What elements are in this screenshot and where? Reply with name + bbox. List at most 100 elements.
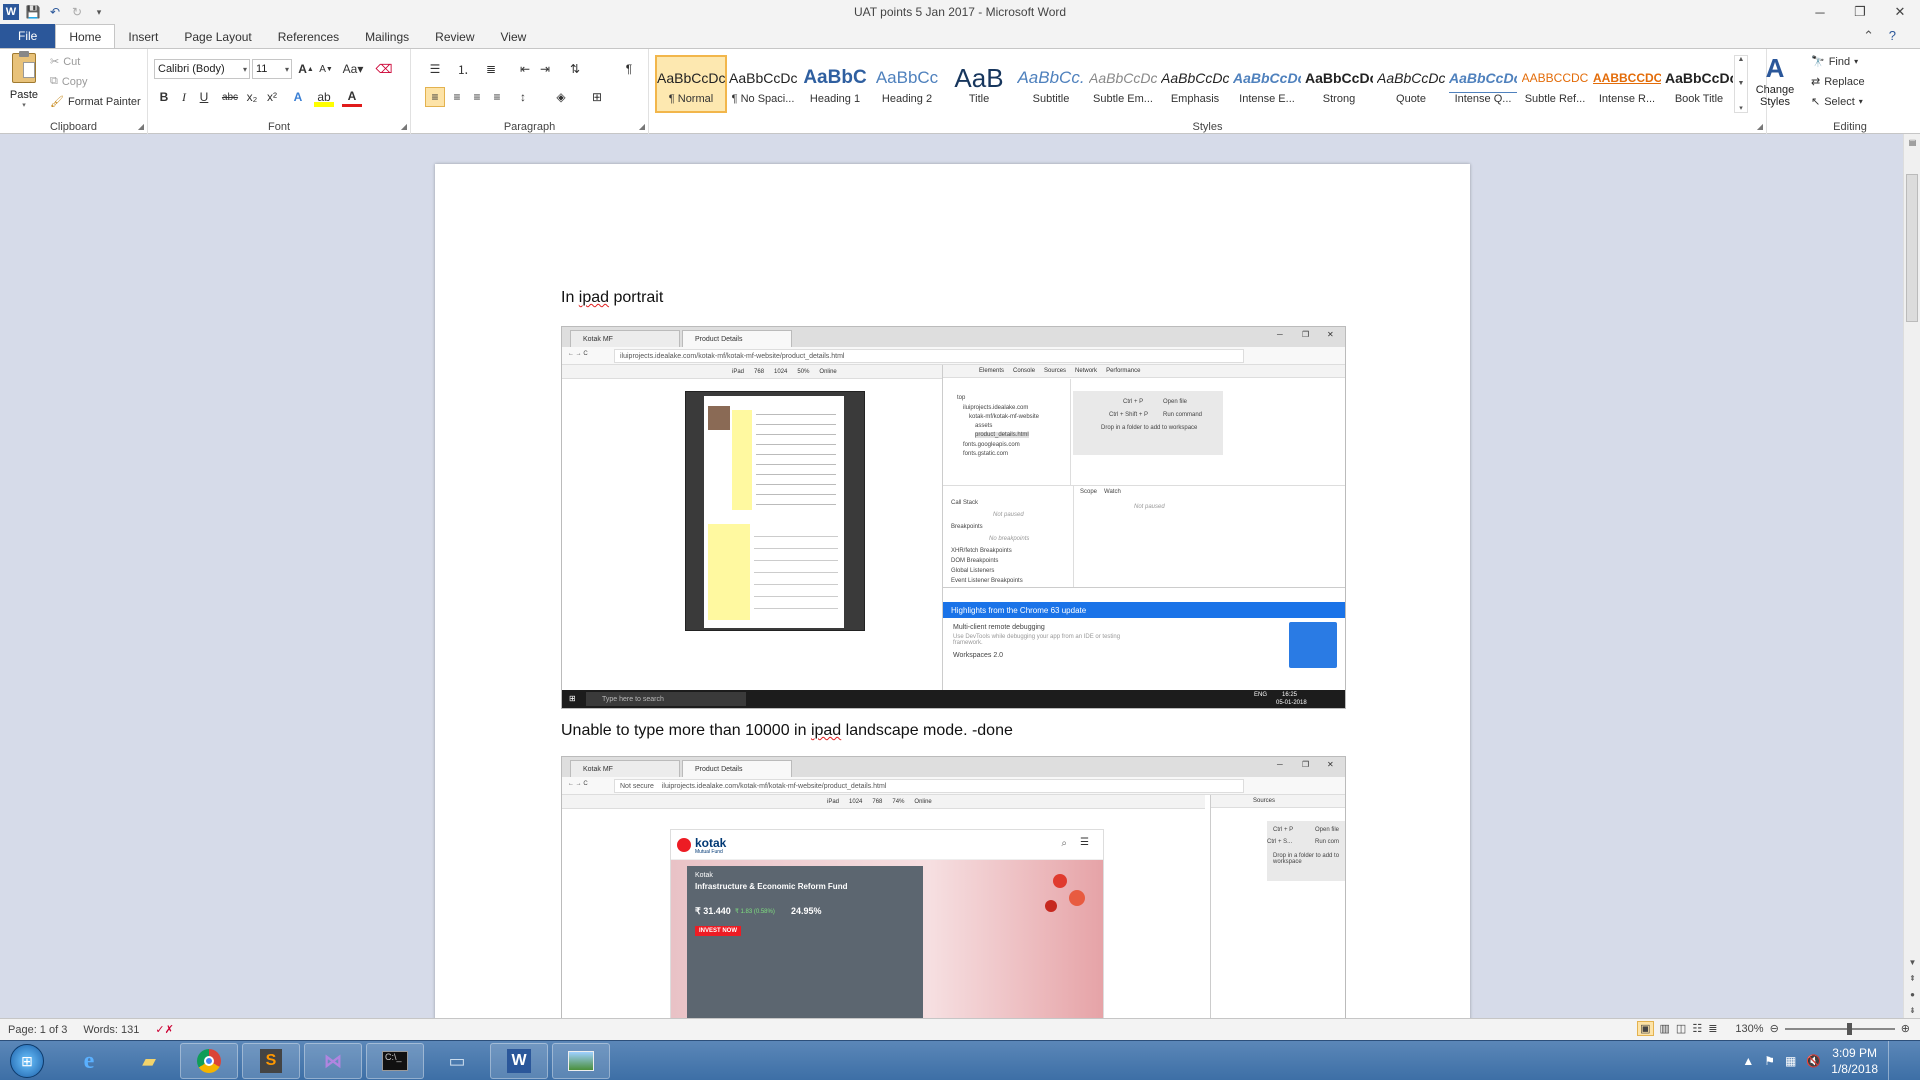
page-count[interactable]: Page: 1 of 3: [0, 1024, 75, 1036]
grow-font-icon[interactable]: A ▲: [296, 59, 316, 79]
text-effects-icon[interactable]: A: [288, 87, 308, 107]
numbering-icon[interactable]: ⒈: [453, 59, 473, 79]
outline-icon[interactable]: ☷: [1692, 1022, 1702, 1035]
chevron-down-icon[interactable]: ▼: [1738, 80, 1745, 87]
tab-view[interactable]: View: [488, 26, 540, 48]
previous-page-icon[interactable]: ⇞: [1904, 970, 1920, 986]
tab-page-layout[interactable]: Page Layout: [171, 26, 264, 48]
style-normal[interactable]: AaBbCcDc ¶ Normal: [655, 55, 727, 113]
full-screen-reading-icon[interactable]: ▥: [1660, 1022, 1670, 1035]
show-desktop-button[interactable]: [1888, 1041, 1902, 1080]
clear-formatting-icon[interactable]: ⌫: [374, 59, 394, 79]
bullets-icon[interactable]: ☰: [425, 59, 445, 79]
underline-button[interactable]: U: [194, 87, 214, 107]
style-heading-2[interactable]: AaBbCc Heading 2: [871, 55, 943, 113]
font-color-icon[interactable]: A: [342, 87, 362, 107]
internet-explorer-icon[interactable]: e: [60, 1043, 118, 1079]
undo-icon[interactable]: ↶: [47, 4, 63, 20]
cut-button[interactable]: ✂ Cut: [50, 55, 80, 69]
style-strong[interactable]: AaBbCcDc Strong: [1303, 55, 1375, 113]
chrome-icon[interactable]: [180, 1043, 238, 1079]
dialog-launcher-icon[interactable]: ◢: [1757, 122, 1763, 131]
style-intense-quote[interactable]: AaBbCcDc Intense Q...: [1447, 55, 1519, 113]
justify-button[interactable]: ≡: [487, 87, 507, 107]
style-subtle-emphasis[interactable]: AaBbCcDc Subtle Em...: [1087, 55, 1159, 113]
replace-button[interactable]: ⇄ Replace: [1811, 75, 1865, 89]
shrink-font-icon[interactable]: A ▼: [316, 59, 336, 79]
photo-viewer-icon[interactable]: [552, 1043, 610, 1079]
tab-references[interactable]: References: [265, 26, 352, 48]
customize-qat-icon[interactable]: ▾: [91, 4, 107, 20]
screenshot-image-1[interactable]: Kotak MF Product Details ─ ❐ ✕ ← → C ilu…: [561, 326, 1346, 709]
minimize-ribbon-icon[interactable]: ⌃: [1863, 28, 1874, 44]
style-heading-1[interactable]: AaBbC Heading 1: [799, 55, 871, 113]
visual-studio-icon[interactable]: ⋈: [304, 1043, 362, 1079]
doc-paragraph-1[interactable]: In ipad portrait: [561, 289, 663, 307]
vertical-scrollbar[interactable]: ▤ ▼ ⇞ ● ⇟: [1903, 134, 1920, 1018]
sort-icon[interactable]: ⇅: [565, 59, 585, 79]
start-button[interactable]: ⊞: [3, 1042, 51, 1080]
dialog-launcher-icon[interactable]: ◢: [138, 122, 144, 131]
tab-file[interactable]: File: [0, 24, 56, 48]
more-styles-icon[interactable]: ▾: [1739, 104, 1743, 112]
format-painter-button[interactable]: 🖌 Format Painter: [50, 95, 141, 109]
browse-object-icon[interactable]: ●: [1904, 986, 1920, 1002]
tab-mailings[interactable]: Mailings: [352, 26, 422, 48]
dialog-launcher-icon[interactable]: ◢: [401, 122, 407, 131]
dialog-launcher-icon[interactable]: ◢: [639, 122, 645, 131]
bold-button[interactable]: B: [154, 87, 174, 107]
clock[interactable]: 3:09 PM 1/8/2018: [1831, 1045, 1878, 1077]
select-button[interactable]: ↖ Select ▾: [1811, 95, 1863, 109]
align-right-button[interactable]: ≡: [467, 87, 487, 107]
increase-indent-icon[interactable]: ⇥: [535, 59, 555, 79]
ruler-toggle-icon[interactable]: ▤: [1904, 134, 1920, 150]
close-button[interactable]: ✕: [1880, 0, 1920, 24]
sublime-text-icon[interactable]: S: [242, 1043, 300, 1079]
subscript-button[interactable]: x₂: [242, 87, 262, 107]
zoom-out-icon[interactable]: ⊖: [1770, 1022, 1779, 1035]
notepad-icon[interactable]: ▭: [428, 1043, 486, 1079]
zoom-level[interactable]: 130%: [1735, 1023, 1763, 1035]
style-subtitle[interactable]: AaBbCc. Subtitle: [1015, 55, 1087, 113]
find-button[interactable]: 🔭 Find ▾: [1811, 55, 1858, 69]
screenshot-image-2[interactable]: Kotak MF Product Details ─ ❐ ✕ ← → C Not…: [561, 756, 1346, 1018]
tab-insert[interactable]: Insert: [115, 26, 171, 48]
shading-icon[interactable]: ◈: [551, 87, 571, 107]
redo-icon[interactable]: ↻: [69, 4, 85, 20]
font-family-dropdown[interactable]: Calibri (Body) ▾: [154, 59, 250, 79]
copy-button[interactable]: ⧉ Copy: [50, 75, 88, 88]
style-no-spacing[interactable]: AaBbCcDc ¶ No Spaci...: [727, 55, 799, 113]
multilevel-list-icon[interactable]: ≣: [481, 59, 501, 79]
highlight-color-icon[interactable]: ab: [314, 87, 334, 107]
flag-icon[interactable]: ⚑: [1764, 1054, 1775, 1068]
word-app-icon[interactable]: W: [3, 4, 19, 20]
scroll-thumb[interactable]: [1906, 174, 1918, 322]
style-quote[interactable]: AaBbCcDc Quote: [1375, 55, 1447, 113]
tab-home[interactable]: Home: [55, 24, 116, 48]
align-left-button[interactable]: ≡: [425, 87, 445, 107]
doc-paragraph-2[interactable]: Unable to type more than 10000 in ipad l…: [561, 722, 1013, 740]
command-prompt-icon[interactable]: C:\_: [366, 1043, 424, 1079]
show-formatting-icon[interactable]: ¶: [619, 59, 639, 79]
draft-icon[interactable]: ≣: [1708, 1022, 1717, 1035]
network-icon[interactable]: ▦: [1785, 1054, 1796, 1068]
zoom-in-icon[interactable]: ⊕: [1901, 1022, 1910, 1035]
style-title[interactable]: AaB Title: [943, 55, 1015, 113]
italic-button[interactable]: I: [174, 87, 194, 107]
document-page[interactable]: In ipad portrait Kotak MF Product Detail…: [435, 164, 1470, 1018]
style-subtle-reference[interactable]: AABBCCDC Subtle Ref...: [1519, 55, 1591, 113]
minimize-button[interactable]: ─: [1800, 0, 1840, 24]
align-center-button[interactable]: ≡: [447, 87, 467, 107]
style-book-title[interactable]: AaBbCcDc Book Title: [1663, 55, 1735, 113]
word-taskbar-icon[interactable]: W: [490, 1043, 548, 1079]
proofing-icon[interactable]: ✓✗: [147, 1023, 181, 1036]
strikethrough-button[interactable]: abc: [220, 87, 240, 107]
borders-icon[interactable]: ⊞: [587, 87, 607, 107]
save-icon[interactable]: 💾: [25, 4, 41, 20]
word-count[interactable]: Words: 131: [75, 1024, 147, 1036]
help-icon[interactable]: ?: [1889, 28, 1896, 43]
tab-review[interactable]: Review: [422, 26, 487, 48]
style-intense-reference[interactable]: AABBCCDC Intense R...: [1591, 55, 1663, 113]
chevron-up-icon[interactable]: ▲: [1738, 56, 1745, 63]
print-layout-icon[interactable]: ▣: [1637, 1021, 1654, 1036]
